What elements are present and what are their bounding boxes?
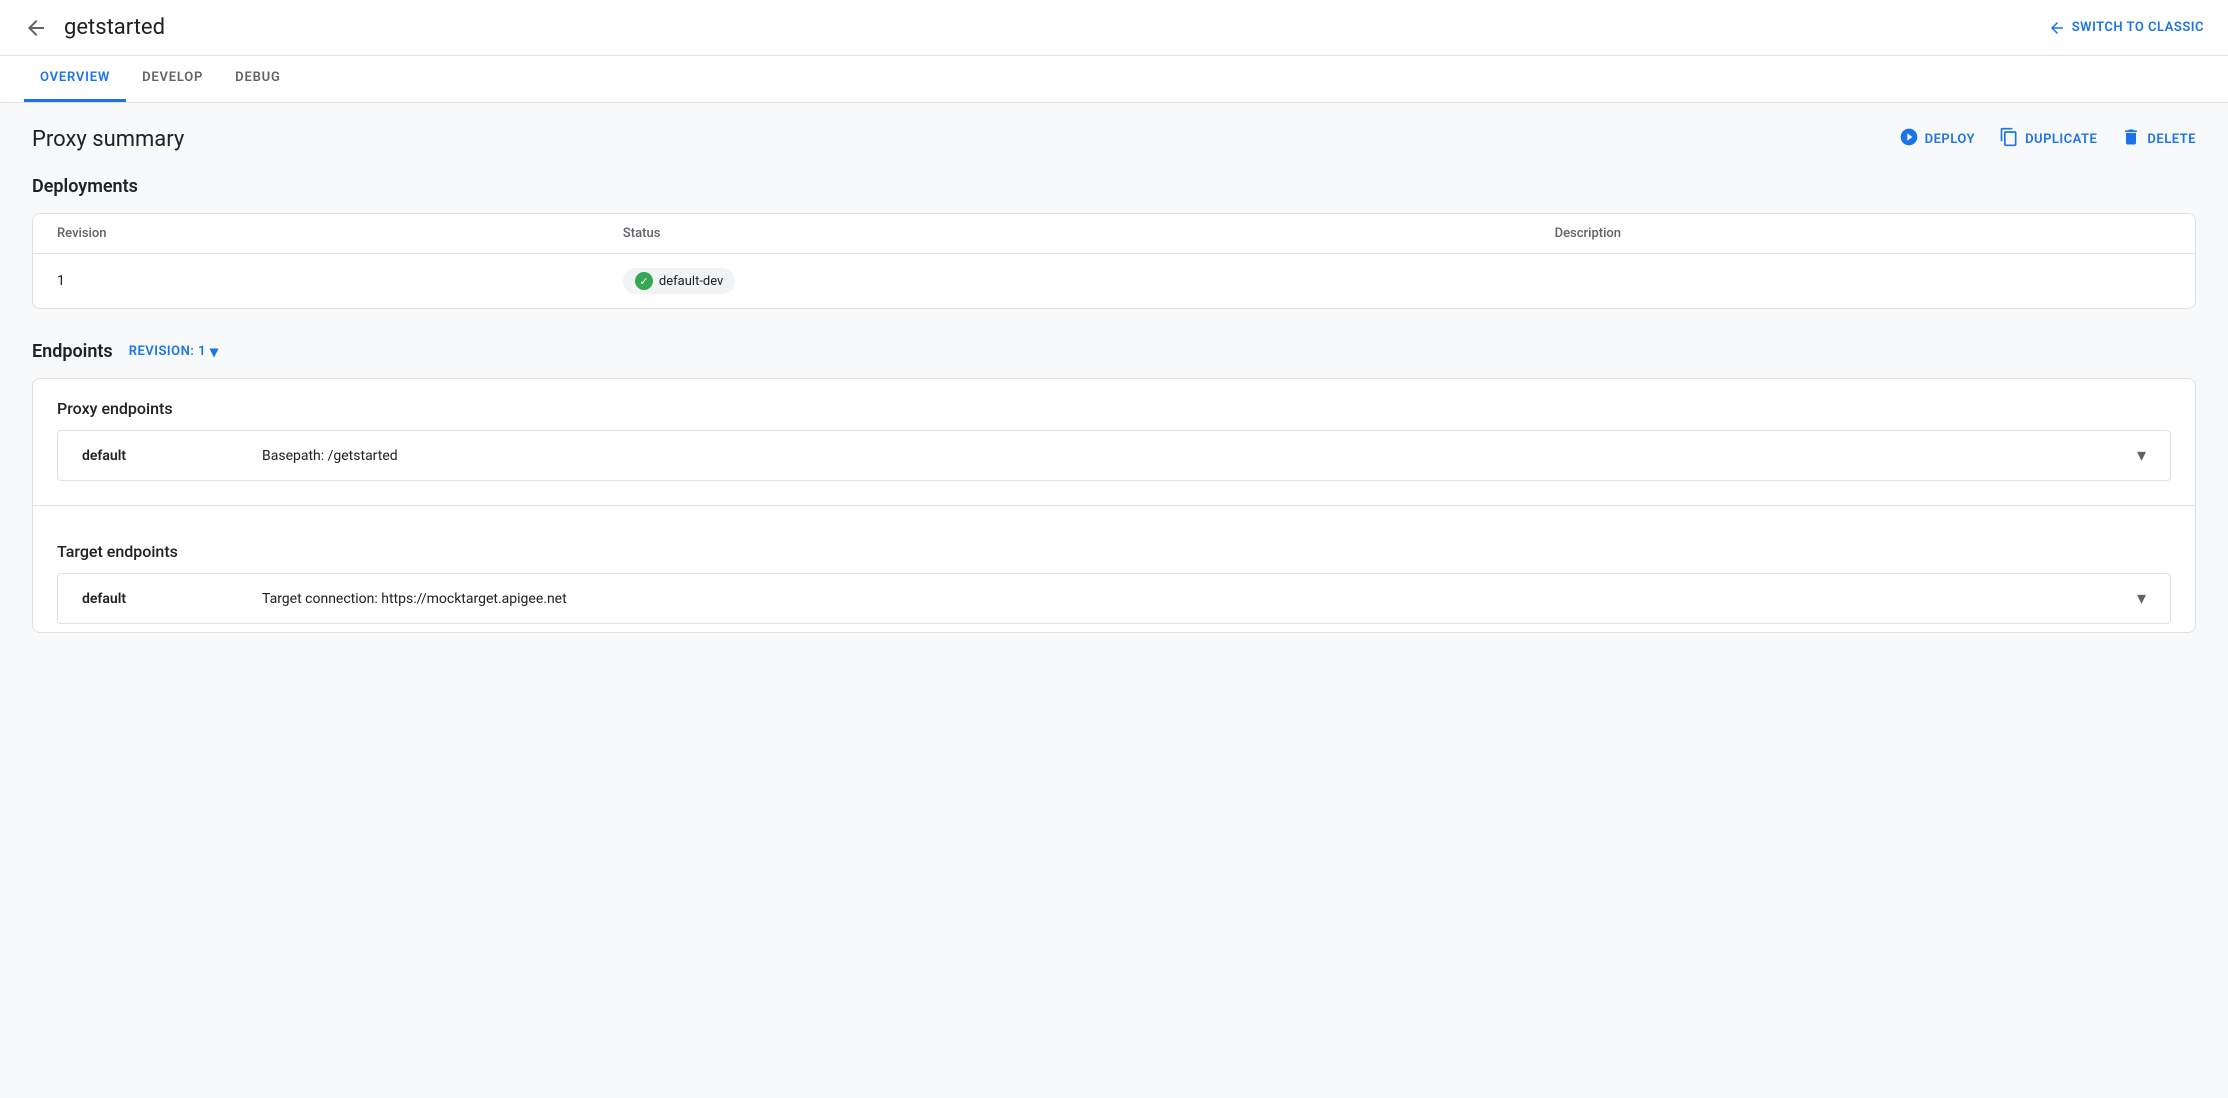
target-endpoint-name: default: [82, 591, 262, 607]
tabs-bar: OVERVIEW DEVELOP DEBUG: [0, 56, 2228, 103]
cell-revision: 1: [33, 254, 599, 309]
target-endpoint-row[interactable]: default Target connection: https://mockt…: [57, 573, 2171, 624]
proxy-endpoint-value: Basepath: /getstarted: [262, 448, 2137, 464]
main-content: Proxy summary DEPLOY DUPLICATE: [0, 103, 2228, 1089]
deploy-button[interactable]: DEPLOY: [1899, 127, 1975, 152]
back-button[interactable]: [24, 16, 48, 40]
status-dot-icon: ✓: [635, 272, 653, 290]
endpoints-header: Endpoints REVISION: 1 ▾: [32, 341, 2196, 362]
switch-to-classic-button[interactable]: SWITCH TO CLASSIC: [2048, 19, 2204, 37]
top-bar: getstarted SWITCH TO CLASSIC: [0, 0, 2228, 56]
table-row: 1 ✓ default-dev: [33, 254, 2195, 309]
col-revision: Revision: [33, 214, 599, 254]
target-endpoint-value: Target connection: https://mocktarget.ap…: [262, 591, 2137, 607]
target-endpoints-subsection: Target endpoints default Target connecti…: [33, 522, 2195, 632]
revision-dropdown[interactable]: REVISION: 1 ▾: [129, 342, 219, 361]
delete-label: DELETE: [2147, 132, 2196, 147]
chevron-down-icon: ▾: [210, 342, 219, 361]
proxy-endpoints-title: Proxy endpoints: [57, 399, 2171, 418]
proxy-endpoints-subsection: Proxy endpoints default Basepath: /getst…: [33, 379, 2195, 489]
duplicate-label: DUPLICATE: [2025, 132, 2097, 147]
col-status: Status: [599, 214, 1531, 254]
revision-label: REVISION: 1: [129, 344, 206, 359]
proxy-endpoint-row[interactable]: default Basepath: /getstarted ▾: [57, 430, 2171, 481]
page-title: getstarted: [64, 15, 165, 40]
endpoints-title: Endpoints: [32, 341, 113, 362]
duplicate-button[interactable]: DUPLICATE: [1999, 127, 2097, 152]
deploy-icon: [1899, 127, 1919, 152]
action-buttons: DEPLOY DUPLICATE DELETE: [1899, 127, 2196, 152]
proxy-summary-title: Proxy summary: [32, 127, 184, 152]
deployments-table: Revision Status Description 1 ✓ default-…: [33, 214, 2195, 308]
target-endpoint-chevron-icon: ▾: [2137, 588, 2146, 609]
delete-button[interactable]: DELETE: [2121, 127, 2196, 152]
deployments-section: Deployments Revision Status Description …: [32, 176, 2196, 309]
deploy-label: DEPLOY: [1925, 132, 1975, 147]
tab-overview[interactable]: OVERVIEW: [24, 56, 126, 102]
top-bar-left: getstarted: [24, 15, 165, 40]
status-badge: ✓ default-dev: [623, 268, 735, 294]
tab-debug[interactable]: DEBUG: [219, 56, 296, 102]
switch-classic-label: SWITCH TO CLASSIC: [2072, 20, 2204, 35]
endpoints-card: Proxy endpoints default Basepath: /getst…: [32, 378, 2196, 633]
col-description: Description: [1531, 214, 2195, 254]
duplicate-icon: [1999, 127, 2019, 152]
deployments-title: Deployments: [32, 176, 2196, 197]
delete-icon: [2121, 127, 2141, 152]
tab-develop[interactable]: DEVELOP: [126, 56, 219, 102]
proxy-endpoint-name: default: [82, 448, 262, 464]
divider: [33, 505, 2195, 506]
proxy-endpoint-chevron-icon: ▾: [2137, 445, 2146, 466]
proxy-summary-header: Proxy summary DEPLOY DUPLICATE: [32, 127, 2196, 152]
cell-description: [1531, 254, 2195, 309]
cell-status: ✓ default-dev: [599, 254, 1531, 309]
endpoints-section: Endpoints REVISION: 1 ▾ Proxy endpoints …: [32, 341, 2196, 633]
deployments-table-container: Revision Status Description 1 ✓ default-…: [32, 213, 2196, 309]
target-endpoints-title: Target endpoints: [57, 542, 2171, 561]
status-label: default-dev: [659, 274, 723, 289]
table-header-row: Revision Status Description: [33, 214, 2195, 254]
